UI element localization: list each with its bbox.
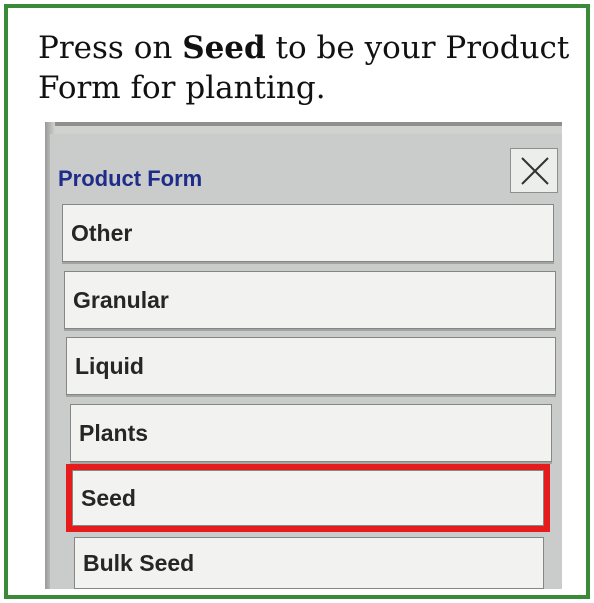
screenshot-photo: Product Form Other Granular Liquid Plant…: [45, 122, 562, 589]
option-other[interactable]: Other: [62, 204, 554, 262]
option-liquid-label: Liquid: [75, 352, 144, 379]
option-bulk-seed-label: Bulk Seed: [83, 549, 195, 576]
instruction-emphasis: Seed: [182, 30, 266, 66]
option-granular[interactable]: Granular: [64, 271, 556, 329]
option-other-label: Other: [71, 219, 133, 246]
option-granular-label: Granular: [73, 286, 169, 313]
instruction-frame: Press on Seed to be your Product Form fo…: [4, 4, 590, 599]
instruction-prefix: Press on: [38, 30, 183, 66]
option-plants-label: Plants: [79, 419, 149, 446]
option-plants[interactable]: Plants: [70, 404, 552, 462]
photo-top-edge: [45, 122, 562, 126]
close-x-icon: [521, 157, 549, 185]
option-bulk-seed[interactable]: Bulk Seed: [74, 537, 544, 589]
instruction-caption: Press on Seed to be your Product Form fo…: [38, 28, 578, 108]
dialog-title: Product Form: [58, 166, 203, 191]
close-button[interactable]: [510, 148, 558, 193]
option-liquid[interactable]: Liquid: [66, 337, 556, 395]
product-form-dialog: Product Form Other Granular Liquid Plant…: [50, 134, 562, 589]
seed-highlight-box: [66, 464, 550, 532]
